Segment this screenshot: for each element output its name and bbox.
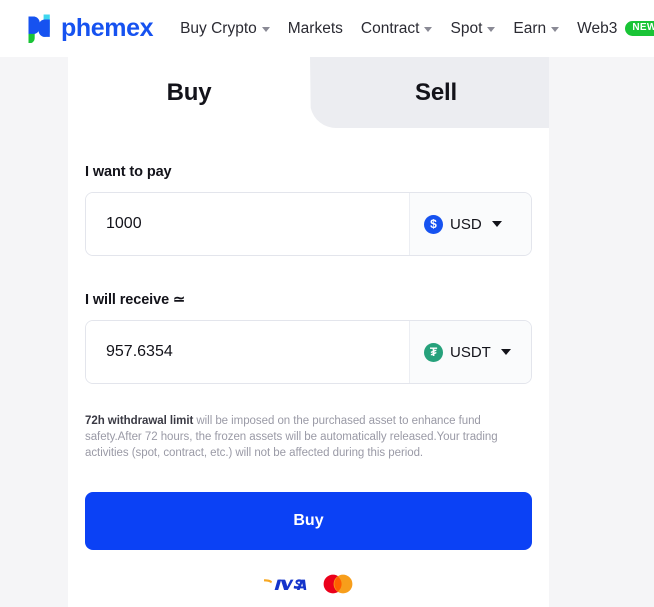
receive-currency-code: USDT [450,343,491,361]
payment-methods [85,574,532,594]
buy-crypto-card: Buy Sell I want to pay 1000 $ USD I will… [68,57,549,607]
nav-label: Earn [513,19,547,37]
nav-label: Markets [287,19,343,37]
usdt-coin-icon: ₮ [424,342,443,362]
chevron-down-icon [551,27,560,32]
buy-form: I want to pay 1000 $ USD I will receive … [68,164,549,594]
visa-logo [264,578,307,590]
nav-item-spot[interactable]: Spot [441,9,504,49]
tab-buy[interactable]: Buy [68,57,310,128]
receive-field-label: I will receive ≃ [85,292,186,308]
chevron-down-icon [491,221,502,227]
pay-field-label: I want to pay [85,164,172,180]
receive-amount-input[interactable]: 957.6354 [86,321,409,383]
pay-currency-select[interactable]: $ USD [409,193,531,255]
buy-sell-tabs: Buy Sell [68,57,549,128]
nav-item-earn[interactable]: Earn [504,9,568,49]
nav-item-web3[interactable]: Web3 NEW [568,9,654,49]
nav-label: Web3 [577,19,618,37]
pay-input-row: 1000 $ USD [85,192,532,256]
usd-coin-icon: $ [424,214,443,234]
brand-logo[interactable]: phemex [25,14,153,43]
nav-item-buy-crypto[interactable]: Buy Crypto [171,9,279,49]
nav-label: Contract [360,19,420,37]
chevron-down-icon [500,349,511,355]
chevron-down-icon [424,27,433,32]
brand-name: phemex [61,14,154,42]
nav-item-contract[interactable]: Contract [352,9,442,49]
nav-label: Buy Crypto [180,19,257,37]
phemex-logo-icon [28,14,50,43]
site-header: phemex Buy Crypto Markets Contract Spot … [0,0,654,57]
notice-highlight: 72h withdrawal limit [85,415,194,427]
receive-currency-select[interactable]: ₮ USDT [409,321,531,383]
buy-submit-button[interactable]: Buy [85,492,532,550]
withdrawal-limit-notice: 72h withdrawal limit will be imposed on … [85,413,532,461]
main-nav: Buy Crypto Markets Contract Spot Earn We… [171,9,654,49]
mastercard-logo [323,574,353,594]
new-badge: NEW [625,21,654,36]
page-background: Buy Sell I want to pay 1000 $ USD I will… [0,57,654,607]
chevron-down-icon [487,27,496,32]
pay-currency-code: USD [450,215,482,233]
chevron-down-icon [261,27,270,32]
nav-item-markets[interactable]: Markets [279,9,352,49]
nav-label: Spot [450,19,483,37]
pay-amount-input[interactable]: 1000 [86,193,409,255]
tab-sell[interactable]: Sell [323,57,549,128]
receive-input-row: 957.6354 ₮ USDT [85,320,532,384]
